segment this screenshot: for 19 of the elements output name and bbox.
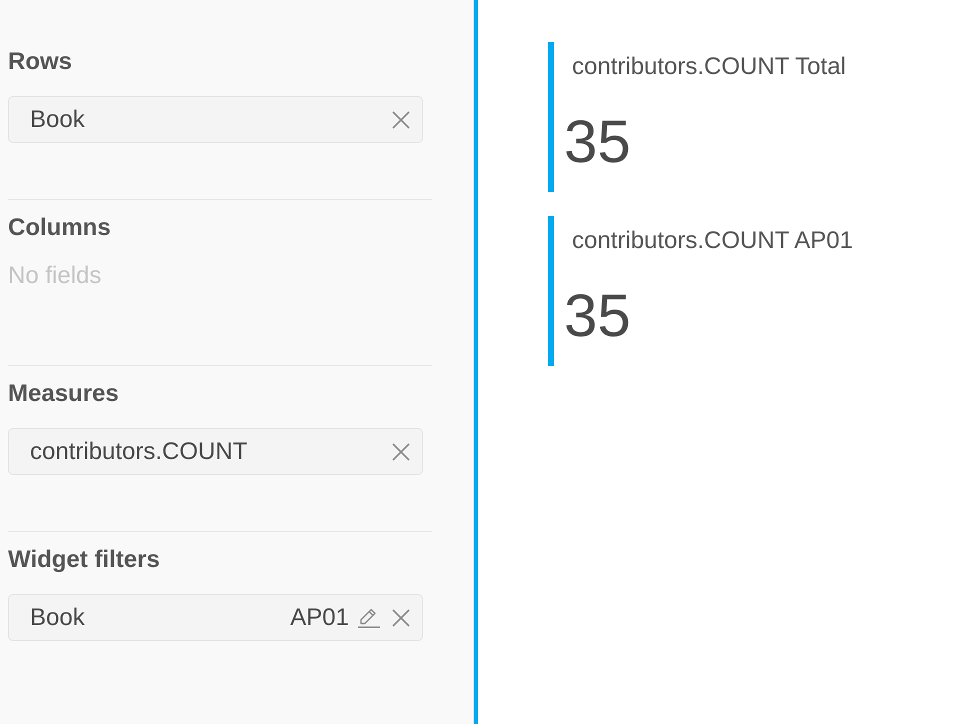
field-label: Book [30,604,86,632]
section-heading: Rows [8,48,72,76]
section-heading: Measures [8,380,119,408]
kpi-value: 35 [564,286,631,346]
field-pill[interactable]: Book AP01 [8,594,423,641]
field-label: contributors.COUNT [30,438,248,466]
field-pill[interactable]: contributors.COUNT [8,428,423,475]
close-icon[interactable] [392,442,410,460]
section-heading: Columns [8,214,111,242]
close-icon[interactable] [392,110,410,128]
field-pill[interactable]: Book [8,96,423,143]
section-heading: Widget filters [8,546,160,574]
kpi-title: contributors.COUNT Total [572,53,846,81]
filter-value: AP01 [290,604,349,632]
close-icon[interactable] [392,608,410,626]
kpi-title: contributors.COUNT AP01 [572,227,854,255]
kpi-value: 35 [564,112,631,172]
field-label: Book [30,106,86,134]
pencil-icon[interactable] [358,607,380,628]
